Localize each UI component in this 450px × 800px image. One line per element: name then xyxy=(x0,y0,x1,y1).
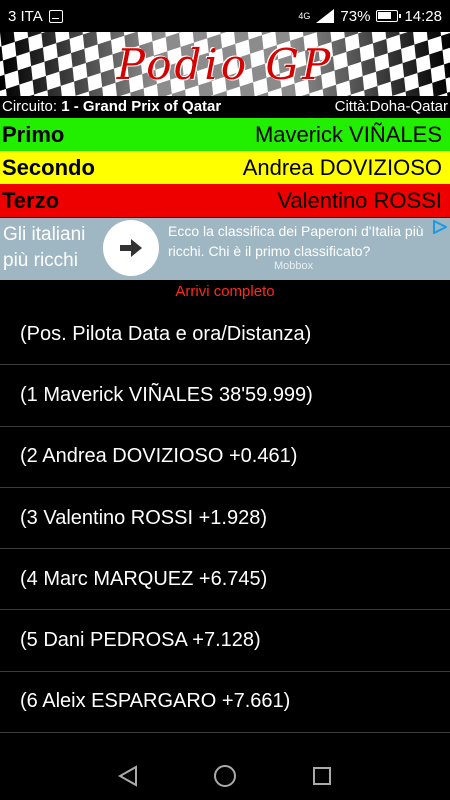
list-item[interactable]: (1 Maverick VIÑALES 38'59.999) xyxy=(0,365,450,427)
recents-square-icon xyxy=(312,767,331,785)
circuit-name: 1 - Grand Prix of Qatar xyxy=(61,97,222,115)
podium-row-second: Secondo Andrea DOVIZIOSO xyxy=(0,151,450,184)
circuit-city: Città:Doha-Qatar xyxy=(334,97,448,115)
list-header: (Pos. Pilota Data e ora/Distanza) xyxy=(0,304,450,366)
app-title: Podio GP xyxy=(116,39,334,89)
ad-open-button[interactable] xyxy=(103,220,159,276)
podium-row-third: Terzo Valentino ROSSI xyxy=(0,184,450,217)
network-type: 4G xyxy=(298,11,311,21)
list-item[interactable]: (5 Dani PEDROSA +7.128) xyxy=(0,610,450,672)
arrow-right-icon xyxy=(120,239,142,257)
home-circle-icon xyxy=(213,765,236,787)
carrier-label: 3 ITA xyxy=(8,7,43,25)
system-nav-bar xyxy=(0,752,450,800)
list-item[interactable]: (2 Andrea DOVIZIOSO +0.461) xyxy=(0,427,450,488)
ad-body: Ecco la classifica dei Paperoni d'Italia… xyxy=(168,223,424,259)
podium-position: Primo xyxy=(2,121,65,147)
status-bar: 3 ITA 4G 73% 14:28 xyxy=(0,0,450,32)
recents-button[interactable] xyxy=(302,756,342,796)
battery-icon xyxy=(376,10,402,22)
signal-icon xyxy=(316,9,335,23)
podium-rider: Maverick VIÑALES xyxy=(254,121,442,147)
battery-percent: 73% xyxy=(340,7,371,25)
results-list: (Pos. Pilota Data e ora/Distanza) (1 Mav… xyxy=(0,304,450,773)
list-item[interactable]: (4 Marc MARQUEZ +6.745) xyxy=(0,549,450,611)
back-button[interactable] xyxy=(108,756,148,796)
circuit-info: Circuito: 1 - Grand Prix of Qatar Città:… xyxy=(0,96,450,116)
ad-choices-icon[interactable] xyxy=(433,220,447,234)
app-header: Podio GP xyxy=(0,32,450,96)
sim-icon xyxy=(48,9,63,23)
circuit-label: Circuito: xyxy=(2,97,62,115)
clock: 14:28 xyxy=(404,7,442,25)
results-title: Arrivi completo xyxy=(175,283,275,300)
ad-brand: Mobbox xyxy=(274,260,314,272)
ad-banner[interactable]: Gli italiani più ricchi Ecco la classifi… xyxy=(0,218,450,280)
back-triangle-icon xyxy=(118,765,138,787)
ad-headline: Gli italiani più ricchi xyxy=(3,224,86,271)
list-item[interactable]: (3 Valentino ROSSI +1.928) xyxy=(0,488,450,550)
podium-row-first: Primo Maverick VIÑALES xyxy=(0,118,450,151)
podium-position: Secondo xyxy=(2,154,95,180)
podium-position: Terzo xyxy=(2,187,60,213)
list-item[interactable]: (6 Aleix ESPARGARO +7.661) xyxy=(0,672,450,734)
podium-rider: Valentino ROSSI xyxy=(277,187,442,213)
home-button[interactable] xyxy=(205,756,245,796)
podium-rider: Andrea DOVIZIOSO xyxy=(242,154,442,180)
